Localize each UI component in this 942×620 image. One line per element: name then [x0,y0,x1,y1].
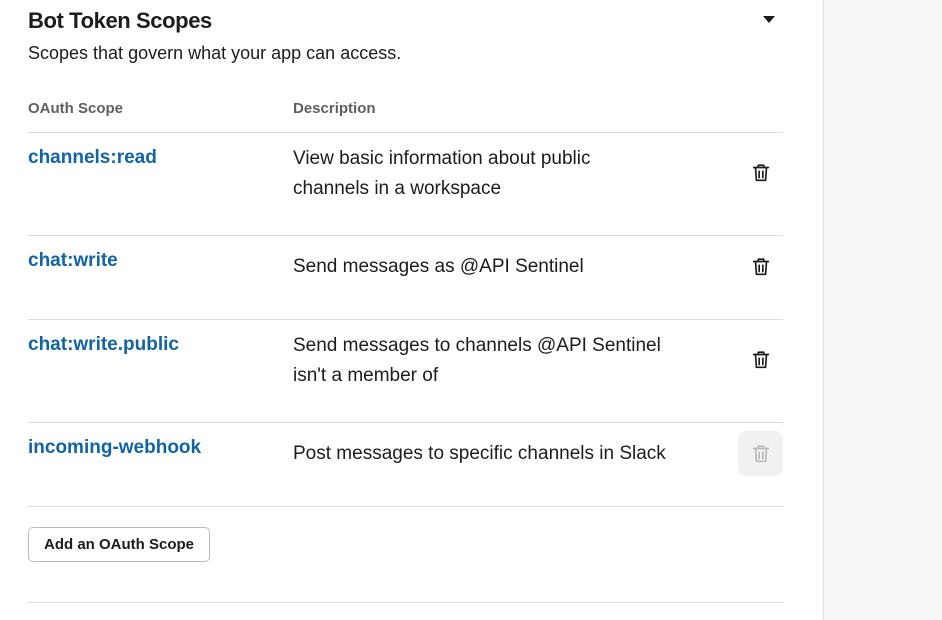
section-subtitle: Scopes that govern what your app can acc… [28,43,402,63]
trash-icon [752,163,769,181]
scope-link[interactable]: chat:write [28,250,118,272]
remove-scope-button[interactable] [738,150,783,195]
divider [28,602,783,603]
scope-description: Post messages to specific channels in Sl… [293,439,693,469]
column-header-scope: OAuth Scope [28,100,124,117]
table-row: chat:write.public Send messages to chann… [0,320,823,422]
trash-icon [752,350,769,368]
remove-scope-button[interactable] [738,244,783,289]
scope-description: View basic information about public chan… [293,144,693,204]
caret-down-icon[interactable] [763,16,775,23]
add-oauth-scope-button[interactable]: Add an OAuth Scope [28,527,210,562]
main-content: Bot Token Scopes Scopes that govern what… [0,0,823,620]
scope-link[interactable]: chat:write.public [28,334,179,356]
scope-description: Send messages to channels @API Sentinel … [293,331,693,391]
remove-scope-button[interactable] [738,337,783,382]
remove-scope-button-disabled [738,431,783,476]
table-row: incoming-webhook Post messages to specif… [0,423,823,506]
divider [28,506,783,507]
description-line: channels in a workspace [293,178,502,199]
table-row: chat:write Send messages as @API Sentine… [0,236,823,319]
description-line: isn't a member of [293,365,439,386]
trash-icon [752,444,769,462]
right-side-panel [823,0,942,620]
description-line: View basic information about public [293,148,591,169]
description-line: Send messages to channels @API Sentinel [293,335,661,356]
scope-description: Send messages as @API Sentinel [293,252,693,282]
description-line: Post messages to specific channels in Sl… [293,443,666,464]
table-row: channels:read View basic information abo… [0,133,823,235]
column-header-description: Description [293,100,376,117]
section-title: Bot Token Scopes [28,8,212,33]
scope-link[interactable]: incoming-webhook [28,437,201,459]
scope-link[interactable]: channels:read [28,147,157,169]
description-line: Send messages as @API Sentinel [293,256,584,277]
trash-icon [752,257,769,275]
